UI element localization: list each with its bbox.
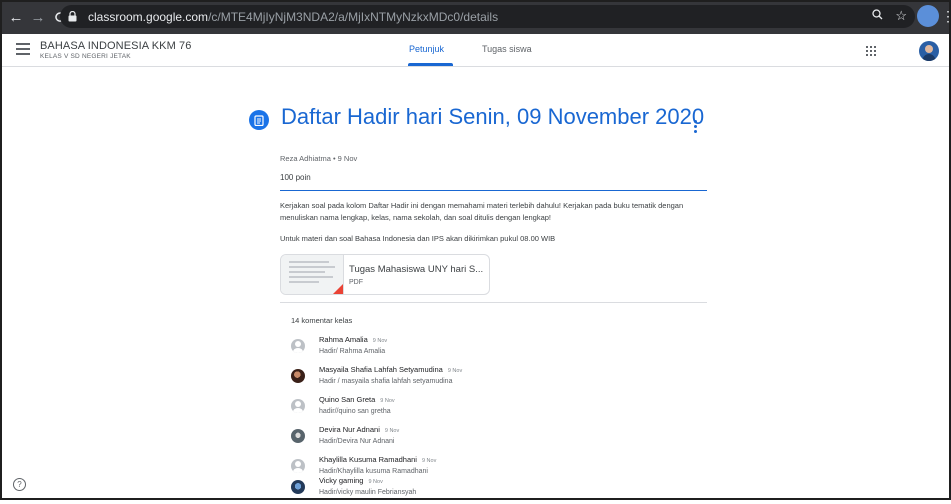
tab-petunjuk[interactable]: Petunjuk: [409, 44, 444, 54]
url-host: classroom.google.com: [88, 9, 209, 24]
browser-profile-avatar[interactable]: [917, 5, 939, 27]
avatar: [291, 429, 305, 443]
avatar: [291, 459, 305, 473]
comment-author: Vicky gaming: [319, 476, 364, 485]
assignment-meta: Reza Adhiatma • 9 Nov: [280, 154, 358, 163]
account-avatar[interactable]: [919, 41, 939, 61]
comment-date: 9 Nov: [380, 398, 395, 404]
address-bar[interactable]: classroom.google.com/c/MTE4MjIyNjM3NDA2/…: [60, 5, 915, 28]
comment-date: 9 Nov: [421, 458, 437, 464]
attachment-type: PDF: [349, 279, 363, 286]
url-text: classroom.google.com/c/MTE4MjIyNjM3NDA2/…: [88, 10, 498, 24]
class-subtitle: KELAS V SD NEGERI JETAK: [40, 53, 131, 60]
comment-text: Hadir/Khaylilla kusuma Ramadhani: [319, 468, 428, 475]
zoom-icon[interactable]: [872, 8, 883, 24]
avatar: [291, 480, 305, 494]
help-icon[interactable]: ?: [13, 478, 26, 491]
assignment-note: Untuk materi dan soal Bahasa Indonesia d…: [280, 234, 556, 243]
comment-text: Hadir / masyaila shafia lahfah setyamudi…: [319, 378, 453, 385]
comment-item: Quino San Greta 9 Nov hadir//quino san gr…: [291, 395, 711, 423]
assignment-points: 100 poin: [280, 173, 311, 182]
avatar: [291, 369, 305, 383]
url-path: /c/MTE4MjIyNjM3NDA2/a/MjIxNTMyNzkxMDc0/d…: [208, 9, 499, 24]
browser-menu-icon[interactable]: ⋮: [941, 8, 951, 25]
classroom-header: BAHASA INDONESIA KKM 76 KELAS V SD NEGER…: [0, 34, 951, 67]
tab-tugas-siswa[interactable]: Tugas siswa: [482, 44, 532, 54]
avatar: [291, 399, 305, 413]
comment-date: 9 Nov: [447, 368, 463, 374]
comment-author: Devira Nur Adnani: [319, 425, 380, 434]
comment-text: Hadir/Devira Nur Adnani: [319, 438, 395, 445]
comment-text: hadir//quino san gretha: [319, 408, 391, 415]
forward-icon[interactable]: →: [28, 7, 48, 27]
assignment-icon: [249, 110, 269, 130]
more-vert-icon[interactable]: [692, 120, 698, 133]
comment-item: Devira Nur Adnani 9 Nov Hadir/Devira Nur …: [291, 425, 711, 453]
attachment-thumbnail: [281, 255, 344, 294]
comment-item: [291, 339, 711, 367]
pdf-attachment[interactable]: Tugas Mahasiswa UNY hari S... PDF: [280, 254, 490, 295]
lock-icon[interactable]: [68, 11, 80, 23]
comment-author: Khaylilla Kusuma Ramadhani: [319, 455, 417, 464]
comment-item: Masyaila Shafia Lahfah Setyamudina 9 Nov …: [291, 365, 711, 393]
class-comments-header[interactable]: 14 komentar kelas: [291, 316, 352, 325]
pdf-icon: [333, 284, 343, 294]
star-icon[interactable]: ☆: [895, 8, 907, 24]
assignment-description: Kerjakan soal pada kolom Daftar Hadir in…: [280, 201, 684, 222]
comment-date: 9 Nov: [384, 428, 400, 434]
comment-date: 9 Nov: [368, 479, 383, 485]
browser-toolbar: ← → classroom.google.com/c/MTE4MjIyNjM3N…: [0, 0, 951, 34]
attachment-name: Tugas Mahasiswa UNY hari S...: [349, 264, 484, 275]
comment-author: Quino San Greta: [319, 395, 376, 404]
divider: [280, 302, 707, 303]
active-tab-indicator: [408, 63, 453, 66]
assignment-title: Daftar Hadir hari Senin, 09 November 202…: [281, 104, 705, 129]
hamburger-icon[interactable]: [16, 43, 30, 55]
comment-text: Hadir/vicky maulin Febriansyah: [319, 489, 417, 496]
back-icon[interactable]: ←: [6, 7, 26, 27]
divider: [280, 190, 707, 191]
comment-author: Masyaila Shafia Lahfah Setyamudina: [319, 365, 443, 374]
class-title[interactable]: BAHASA INDONESIA KKM 76: [40, 40, 191, 52]
apps-grid-icon[interactable]: [866, 46, 876, 56]
